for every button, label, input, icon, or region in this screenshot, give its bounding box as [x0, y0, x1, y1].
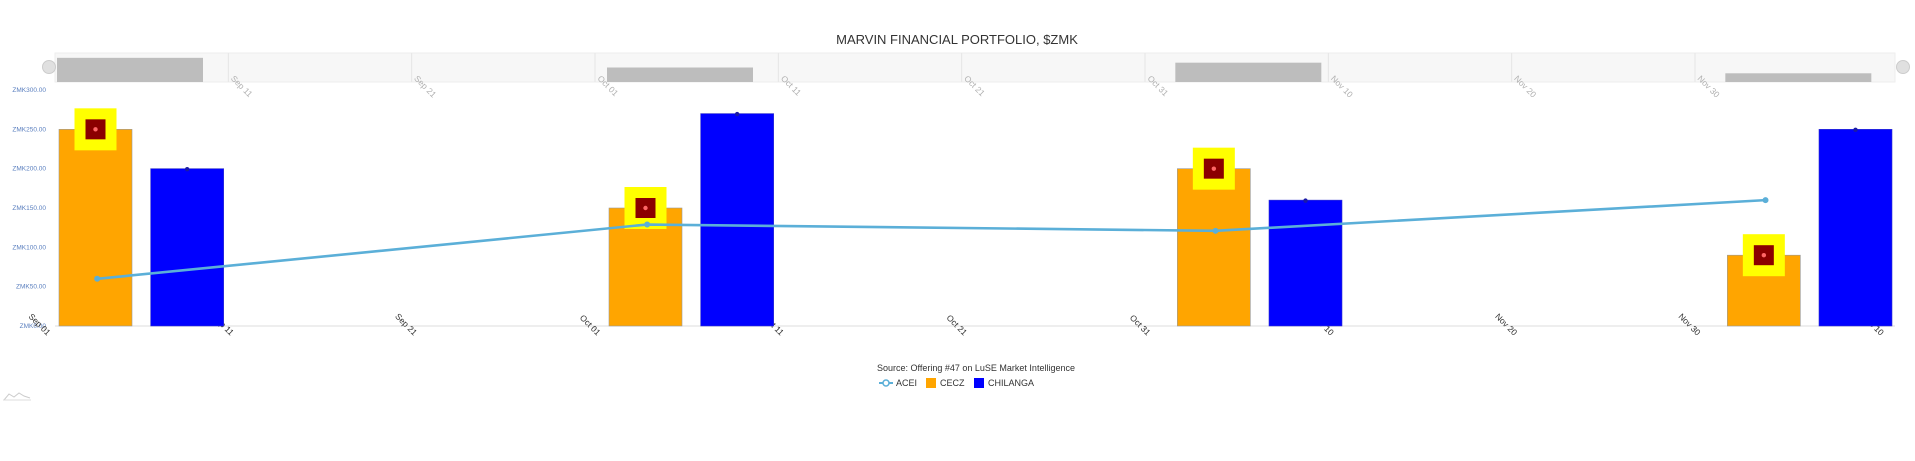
cecz-marker-dot [1211, 166, 1217, 171]
chilanga-bar-dot [1303, 198, 1308, 203]
navigator-bar [607, 67, 753, 82]
legend-item-cecz[interactable]: CECZ [926, 378, 965, 388]
sparkline-icon [3, 392, 31, 401]
chilanga-bar[interactable] [1818, 129, 1893, 327]
chilanga-bar[interactable] [150, 168, 224, 327]
acei-line[interactable] [97, 198, 1766, 281]
legend-swatch [974, 378, 984, 388]
navigator-right-handle[interactable] [1896, 60, 1910, 74]
acei-point[interactable] [1762, 197, 1769, 204]
chilanga-bar[interactable] [1268, 199, 1343, 327]
x-tick-label: Oct 01 [578, 313, 603, 338]
x-tick-label: Nov 30 [1677, 311, 1703, 337]
chart-title: MARVIN FINANCIAL PORTFOLIO, $ZMK [836, 32, 1078, 47]
y-tick-label: ZMK50.00 [16, 284, 46, 291]
acei-point[interactable] [1212, 227, 1219, 234]
y-tick-label: ZMK250.00 [12, 126, 46, 133]
cecz-bar[interactable] [58, 129, 133, 327]
navigator-bar [1725, 73, 1872, 82]
y-tick-label: ZMK200.00 [12, 166, 46, 173]
acei-point[interactable] [94, 275, 101, 282]
cecz-bar[interactable] [1177, 168, 1251, 327]
legend-label: CECZ [940, 378, 965, 388]
chilanga-bar[interactable] [700, 113, 774, 327]
legend-label: CHILANGA [988, 378, 1034, 388]
chart: MARVIN FINANCIAL PORTFOLIO, $ZMK Sep 11 S… [3, 32, 1910, 401]
acei-point[interactable] [644, 221, 651, 228]
y-axis: ZMK0.00ZMK50.00ZMK100.00ZMK150.00ZMK200.… [12, 87, 46, 330]
chilanga-bar-dot [1853, 127, 1858, 133]
legend-swatch-point [882, 379, 890, 387]
x-tick-label: Oct 31 [1128, 313, 1153, 338]
x-tick-label: Sep 21 [393, 311, 419, 337]
legend-item-chilanga[interactable]: CHILANGA [974, 378, 1034, 388]
legend-swatch [926, 378, 936, 388]
legend-label: ACEI [896, 378, 917, 388]
cecz-marker-dot [1761, 253, 1767, 258]
x-axis: Sep 01Sep 11Sep 21Oct 01Oct 11Oct 21Oct … [27, 311, 1887, 337]
cecz-marker-dot [643, 205, 648, 211]
y-tick-label: ZMK300.00 [12, 87, 46, 94]
navigator-left-handle[interactable] [42, 60, 56, 74]
legend: ACEI CECZ CHILANGA [879, 378, 1034, 388]
plot-area [58, 108, 1893, 327]
chart-source: Source: Offering #47 on LuSE Market Inte… [877, 363, 1075, 373]
chilanga-bar-dot [184, 166, 190, 172]
x-tick-label: Nov 20 [1493, 311, 1519, 337]
y-tick-label: ZMK150.00 [12, 205, 46, 212]
legend-item-acei[interactable]: ACEI [879, 378, 917, 388]
navigator-bar [1175, 62, 1322, 82]
cecz-marker-dot [93, 127, 98, 132]
navigator[interactable]: Sep 11 Sep 21 Oct 01 Oct 11 Oct 21 Oct 31 Nov … [42, 52, 1910, 100]
navigator-bar [57, 57, 203, 82]
x-tick-label: Oct 21 [945, 313, 970, 338]
chilanga-bar-dot [734, 111, 740, 117]
y-tick-label: ZMK100.00 [12, 244, 46, 251]
